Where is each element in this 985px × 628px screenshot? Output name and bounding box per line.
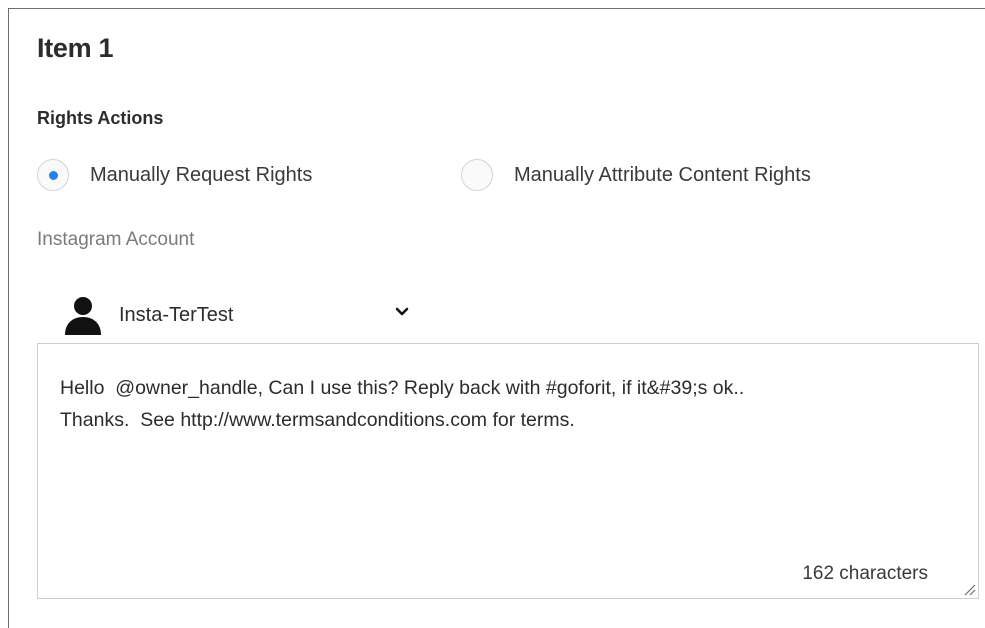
instagram-account-label: Instagram Account xyxy=(37,229,195,250)
message-textarea[interactable]: Hello @owner_handle, Can I use this? Rep… xyxy=(37,343,979,599)
manually-attribute-content-rights-label: Manually Attribute Content Rights xyxy=(514,163,811,186)
manually-request-rights-option[interactable]: Manually Request Rights xyxy=(37,155,312,195)
item-panel: Item 1 Rights Actions Manually Request R… xyxy=(8,8,985,628)
rights-actions-heading: Rights Actions xyxy=(37,108,164,128)
instagram-account-dropdown[interactable]: Insta-TerTest xyxy=(61,289,421,341)
message-line-2: Thanks. See http://www.termsandcondition… xyxy=(60,409,575,431)
chevron-down-icon[interactable] xyxy=(394,304,410,320)
manually-request-rights-label: Manually Request Rights xyxy=(90,163,313,186)
resize-handle-icon[interactable] xyxy=(962,582,976,596)
radio-button-selected[interactable] xyxy=(37,159,69,191)
message-line-1: Hello @owner_handle, Can I use this? Rep… xyxy=(60,377,745,399)
manually-attribute-content-rights-option[interactable]: Manually Attribute Content Rights xyxy=(461,155,811,195)
selected-account-name: Insta-TerTest xyxy=(119,303,234,326)
user-silhouette-icon xyxy=(61,293,105,337)
rights-actions-radio-group: Manually Request Rights Manually Attribu… xyxy=(37,155,937,195)
character-count: 162 characters xyxy=(802,563,928,584)
message-content[interactable]: Hello @owner_handle, Can I use this? Rep… xyxy=(60,372,940,436)
item-title: Item 1 xyxy=(37,33,114,63)
radio-button-unselected[interactable] xyxy=(461,159,493,191)
